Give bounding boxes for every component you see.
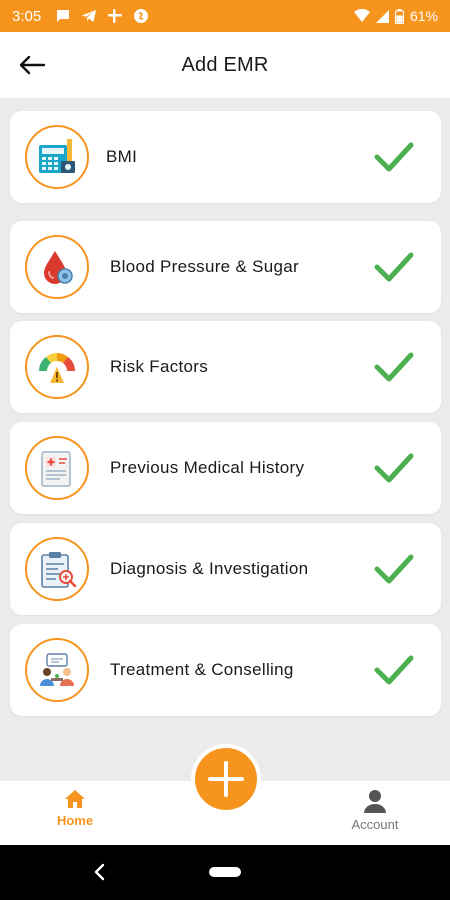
arrow-left-icon — [19, 55, 46, 75]
clipboard-diagnosis-icon — [41, 552, 77, 588]
shazam-icon — [133, 8, 149, 24]
card-label: Blood Pressure & Sugar — [110, 257, 299, 276]
nav-home[interactable]: Home — [25, 789, 125, 828]
signal-icon — [375, 9, 389, 23]
check-icon — [374, 554, 414, 584]
battery-percent: 61% — [409, 8, 438, 24]
system-back-icon[interactable] — [90, 861, 110, 883]
card-icon-circle — [25, 125, 89, 189]
status-bar: 3:05 61% — [0, 0, 450, 32]
card-icon-circle — [25, 537, 89, 601]
nav-account-label: Account — [351, 817, 399, 832]
status-left: 3:05 — [12, 8, 149, 25]
add-button[interactable] — [191, 744, 261, 814]
emr-card-treatment-counselling[interactable]: Treatment & Conselling — [10, 624, 441, 716]
card-label: Previous Medical History — [110, 458, 305, 477]
person-icon — [364, 790, 386, 813]
nav-home-label: Home — [56, 813, 94, 828]
status-right: 61% — [353, 8, 438, 24]
risk-gauge-icon — [39, 353, 75, 383]
emr-card-blood-pressure-sugar[interactable]: Blood Pressure & Sugar — [10, 221, 441, 313]
status-time: 3:05 — [12, 7, 42, 25]
message-icon — [55, 8, 71, 24]
blood-drop-icon — [44, 251, 73, 284]
plus-icon — [208, 761, 244, 797]
home-icon — [65, 790, 85, 808]
check-icon — [374, 453, 414, 483]
page-title: Add EMR — [181, 53, 269, 76]
battery-icon — [394, 8, 404, 24]
check-icon — [374, 252, 414, 282]
system-home-pill[interactable] — [209, 867, 241, 877]
card-label: Risk Factors — [110, 357, 209, 376]
back-button[interactable] — [14, 50, 50, 80]
check-icon — [374, 142, 414, 172]
card-label: Treatment & Conselling — [110, 660, 294, 679]
system-nav-bar — [0, 845, 450, 900]
wifi-icon — [353, 9, 370, 23]
telegram-icon — [81, 8, 97, 24]
counselling-icon — [40, 653, 74, 686]
check-icon — [374, 352, 414, 382]
emr-card-bmi[interactable]: BMI — [10, 111, 441, 203]
card-label: BMI — [106, 147, 138, 166]
emr-card-previous-medical-history[interactable]: Previous Medical History — [10, 422, 441, 514]
card-icon-circle — [25, 335, 89, 399]
emr-card-risk-factors[interactable]: Risk Factors — [10, 321, 441, 413]
nav-account[interactable]: Account — [325, 789, 425, 832]
card-icon-circle — [25, 235, 89, 299]
emr-card-diagnosis-investigation[interactable]: Diagnosis & Investigation — [10, 523, 441, 615]
check-icon — [374, 655, 414, 685]
app-header: Add EMR — [0, 32, 450, 98]
card-label: Diagnosis & Investigation — [110, 559, 309, 578]
medical-record-icon — [41, 451, 71, 487]
slack-icon — [107, 8, 123, 24]
bmi-calculator-icon — [39, 139, 75, 173]
card-icon-circle — [25, 436, 89, 500]
card-icon-circle — [25, 638, 89, 702]
